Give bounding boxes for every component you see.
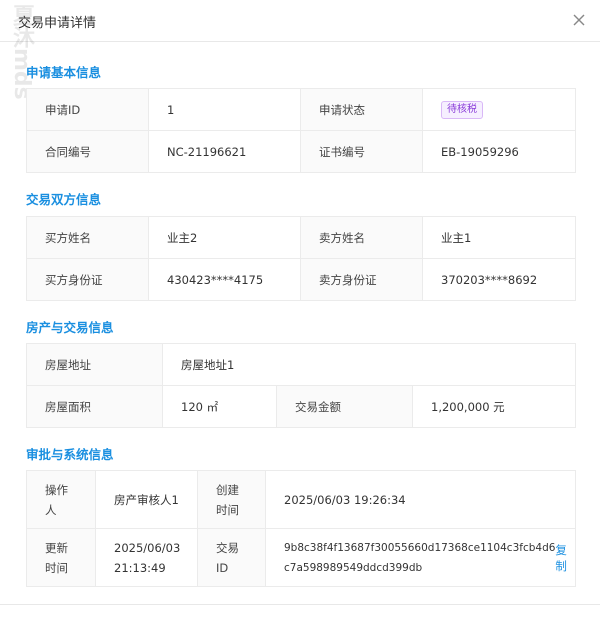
table-row: 买方姓名 业主2 卖方姓名 业主1 (26, 216, 576, 259)
section-title-property: 房产与交易信息 (26, 320, 114, 335)
transaction-detail-modal: 交易申请详情 夏沐mds 申请基本信息 申请ID 1 申请状态 待核税 合同编号… (0, 0, 600, 621)
created-label: 创建 时间 (197, 470, 266, 529)
tx-id-line1: 9b8c38f4f13687f30055660d17368ce1104c3fcb… (284, 541, 556, 554)
address-value: 房屋地址1 (162, 343, 576, 386)
updated-label-line2: 时间 (45, 560, 68, 575)
seller-id-label: 卖方身份证 (300, 258, 423, 301)
cert-label: 证书编号 (300, 130, 423, 173)
area-value: 120 ㎡ (162, 385, 277, 428)
apply-id-value: 1 (148, 88, 301, 131)
updated-value: 2025/06/03 21:13:49 (95, 528, 198, 587)
operator-label-line2: 人 (45, 502, 57, 517)
address-label: 房屋地址 (26, 343, 163, 386)
created-value: 2025/06/03 19:26:34 (265, 470, 576, 529)
contract-value: NC-21196621 (148, 130, 301, 173)
section-title-approval: 审批与系统信息 (26, 447, 114, 462)
tx-id-line2: c7a598989549ddcd399db (284, 561, 423, 574)
tx-id-label-line2: ID (216, 560, 229, 575)
close-icon[interactable] (572, 13, 586, 27)
table-row: 申请ID 1 申请状态 待核税 (26, 88, 576, 131)
table-row: 操作 人 房产审核人1 创建 时间 2025/06/03 19:26:34 (26, 470, 576, 529)
tx-id-cell: 9b8c38f4f13687f30055660d17368ce1104c3fcb… (265, 528, 576, 587)
cert-value: EB-19059296 (422, 130, 576, 173)
buyer-name-value: 业主2 (148, 216, 301, 259)
operator-label-line1: 操作 (45, 482, 68, 497)
buyer-id-label: 买方身份证 (26, 258, 149, 301)
property-table: 房屋地址 房屋地址1 房屋面积 120 ㎡ 交易金额 1,200,000 元 (26, 343, 576, 428)
contract-label: 合同编号 (26, 130, 149, 173)
modal-header: 交易申请详情 (0, 0, 600, 42)
copy-tx-id-button[interactable]: 复制 (555, 542, 567, 574)
updated-label: 更新 时间 (26, 528, 96, 587)
parties-table: 买方姓名 业主2 卖方姓名 业主1 买方身份证 430423****4175 卖… (26, 216, 576, 301)
section-title-basic: 申请基本信息 (26, 65, 102, 80)
table-row: 房屋地址 房屋地址1 (26, 343, 576, 386)
modal-title: 交易申请详情 (18, 16, 97, 31)
buyer-id-value: 430423****4175 (148, 258, 301, 301)
table-row: 更新 时间 2025/06/03 21:13:49 交易 ID 9b8c38f4… (26, 528, 576, 587)
status-cell: 待核税 (422, 88, 576, 131)
created-label-line1: 创建 (216, 482, 239, 497)
operator-value: 房产审核人1 (95, 470, 198, 529)
table-row: 合同编号 NC-21196621 证书编号 EB-19059296 (26, 130, 576, 173)
tx-id-label-line1: 交易 (216, 540, 239, 555)
seller-name-value: 业主1 (422, 216, 576, 259)
amount-value: 1,200,000 元 (412, 385, 576, 428)
footer-divider (0, 604, 600, 605)
approval-table: 操作 人 房产审核人1 创建 时间 2025/06/03 19:26:34 更新… (26, 470, 576, 587)
amount-label: 交易金额 (276, 385, 413, 428)
basic-info-table: 申请ID 1 申请状态 待核税 合同编号 NC-21196621 证书编号 EB… (26, 88, 576, 173)
area-label: 房屋面积 (26, 385, 163, 428)
section-title-parties: 交易双方信息 (26, 192, 102, 207)
created-label-line2: 时间 (216, 502, 239, 517)
updated-date: 2025/06/03 (114, 540, 181, 555)
table-row: 房屋面积 120 ㎡ 交易金额 1,200,000 元 (26, 385, 576, 428)
buyer-name-label: 买方姓名 (26, 216, 149, 259)
seller-name-label: 卖方姓名 (300, 216, 423, 259)
updated-label-line1: 更新 (45, 540, 68, 555)
operator-label: 操作 人 (26, 470, 96, 529)
table-row: 买方身份证 430423****4175 卖方身份证 370203****869… (26, 258, 576, 301)
apply-id-label: 申请ID (26, 88, 149, 131)
seller-id-value: 370203****8692 (422, 258, 576, 301)
updated-time: 21:13:49 (114, 560, 166, 575)
tx-id-label: 交易 ID (197, 528, 266, 587)
status-badge: 待核税 (441, 100, 483, 119)
status-label: 申请状态 (300, 88, 423, 131)
